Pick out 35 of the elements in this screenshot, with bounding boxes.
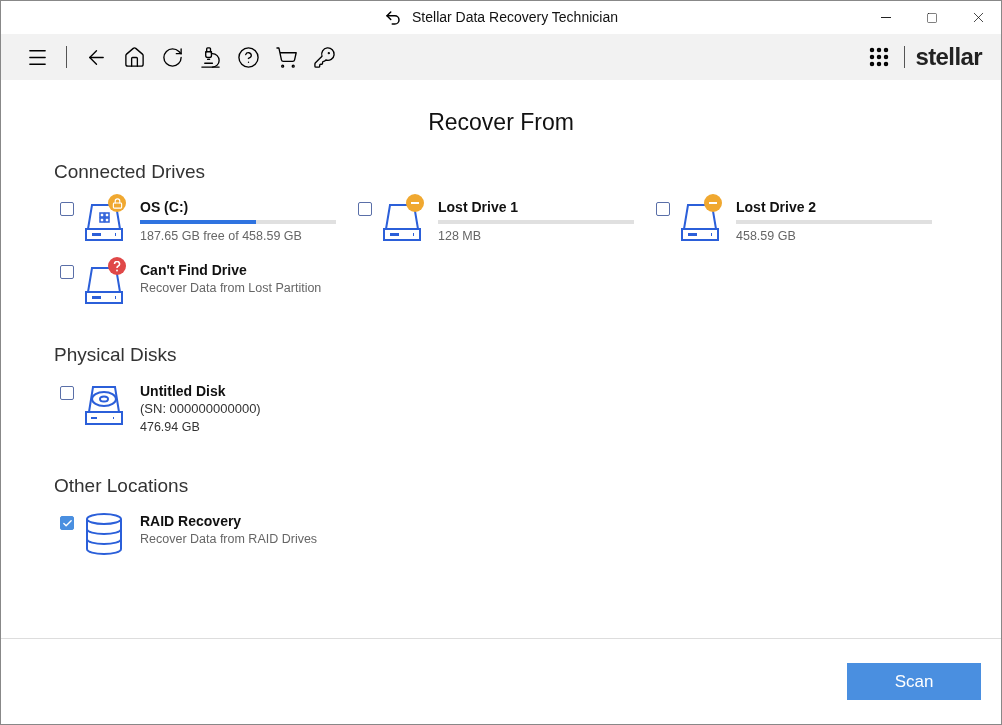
page-heading: Recover From	[428, 108, 574, 137]
minimize-icon	[881, 17, 891, 18]
checkbox[interactable]	[656, 202, 670, 216]
window-title: Stellar Data Recovery Technician	[412, 8, 618, 27]
drive-icon	[84, 202, 124, 242]
section-title: Physical Disks	[54, 343, 178, 367]
scan-button[interactable]: Scan	[847, 663, 981, 700]
drive-icon	[382, 202, 422, 242]
serial-number: (SN: 000000000000)	[140, 399, 262, 418]
checkbox[interactable]	[358, 202, 372, 216]
checkbox[interactable]	[60, 385, 74, 400]
drive-detail: 128 MB	[438, 228, 483, 245]
checkbox[interactable]	[60, 265, 74, 279]
drive-detail: Recover Data from Lost Partition	[140, 280, 323, 297]
maximize-icon	[926, 11, 938, 24]
drive-name: Lost Drive 2	[736, 198, 818, 216]
section-title: Connected Drives	[54, 159, 207, 184]
hard-disk-icon	[83, 383, 125, 426]
drive-detail: Recover Data from RAID Drives	[140, 531, 319, 548]
drive-icon	[680, 202, 720, 242]
drive-icon	[84, 265, 124, 305]
database-icon	[85, 512, 123, 556]
drive-detail: 476.94 GB	[140, 418, 201, 436]
drive-name: Can't Find Drive	[140, 261, 248, 279]
drive-detail: 458.59 GB	[736, 228, 797, 245]
stellar-logo: stellar	[915, 42, 982, 72]
drive-name: RAID Recovery	[140, 512, 243, 530]
drive-name: OS (C:)	[140, 198, 190, 216]
drive-detail: 187.65 GB free of 458.59 GB	[140, 228, 303, 245]
checkbox[interactable]	[60, 202, 74, 216]
section-title: Other Locations	[54, 473, 190, 498]
undo-icon	[384, 8, 402, 27]
checkbox[interactable]	[60, 516, 74, 530]
drive-name: Lost Drive 1	[438, 198, 520, 216]
drive-name: Untitled Disk	[140, 381, 227, 400]
